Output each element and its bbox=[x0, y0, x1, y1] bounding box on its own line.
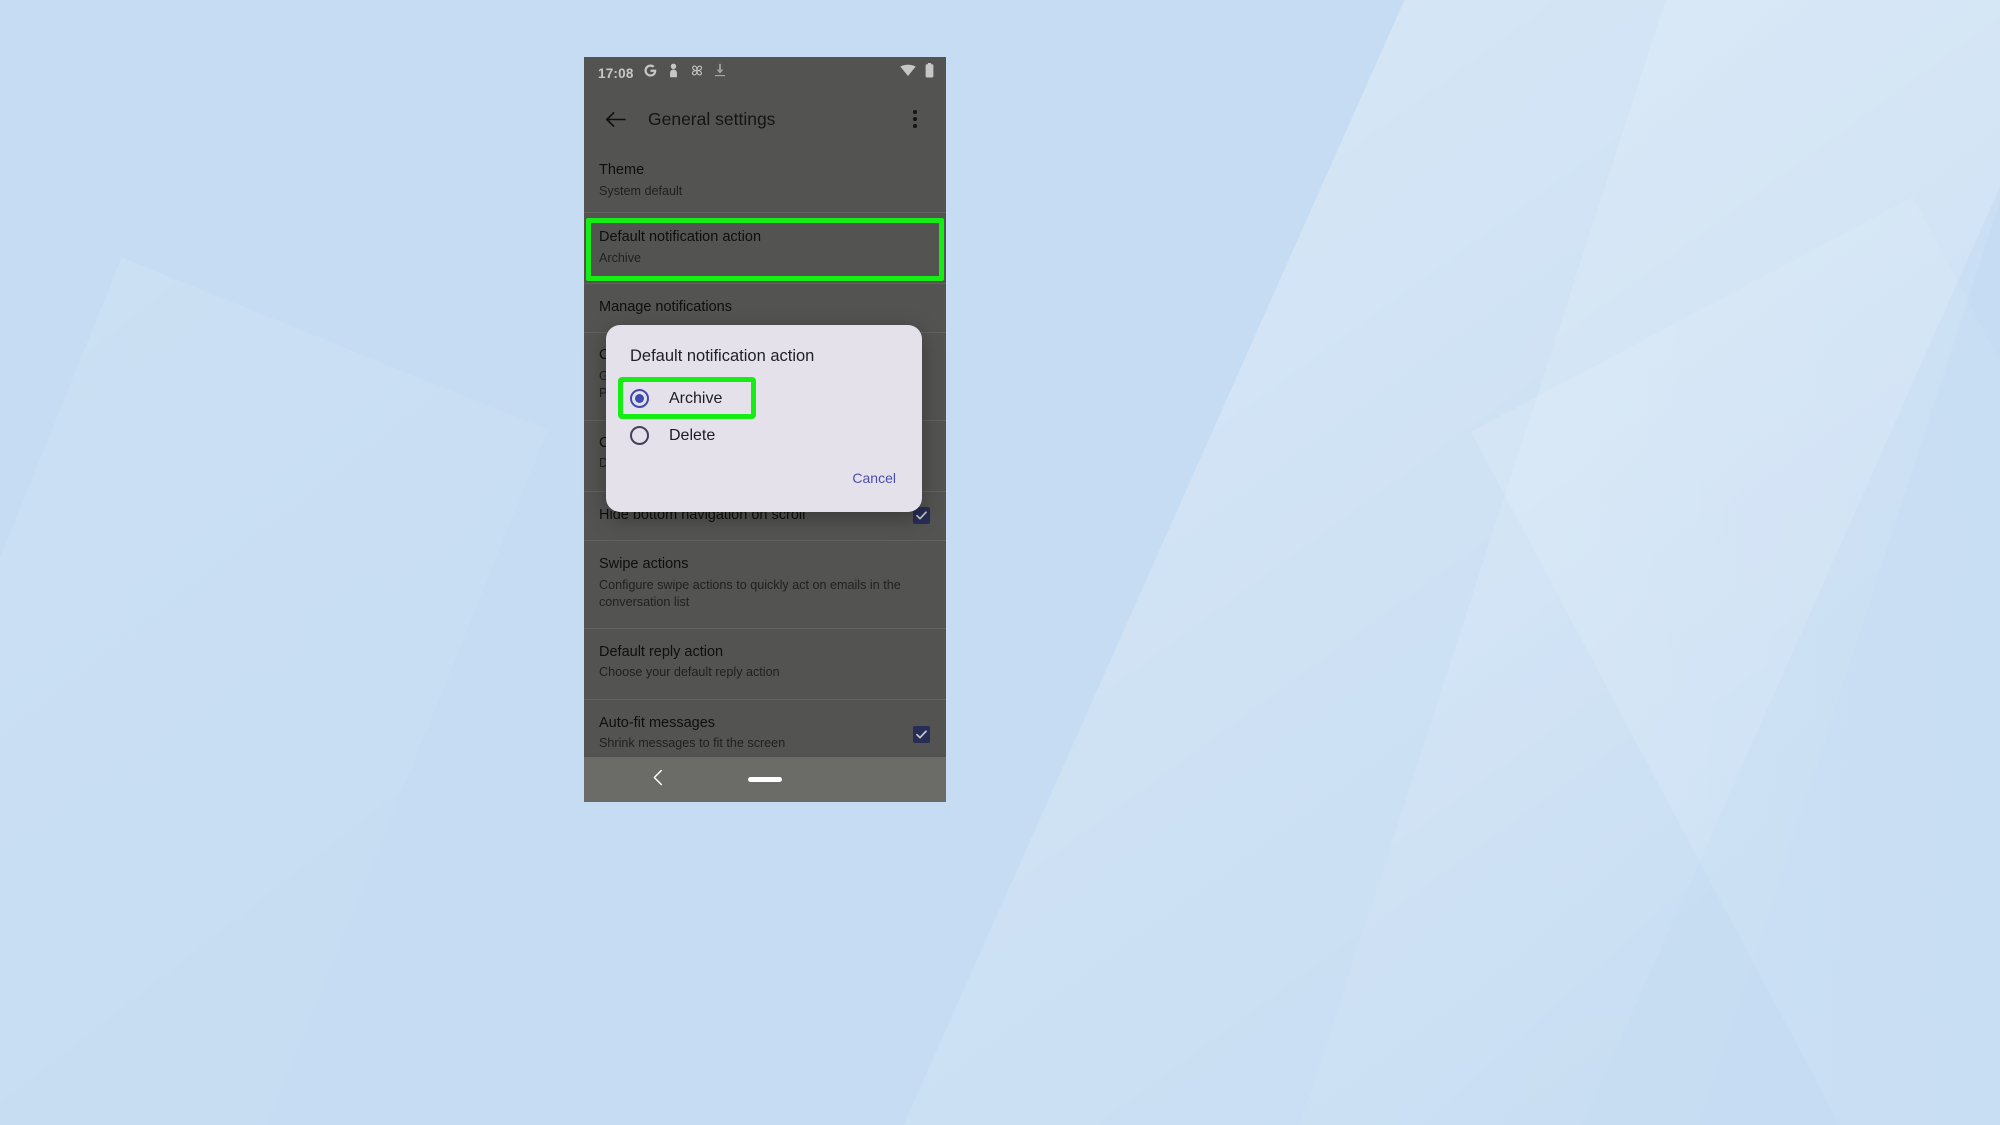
pinwheel-icon bbox=[689, 63, 705, 83]
row-title: Swipe actions bbox=[599, 556, 689, 573]
status-bar: 17:08 bbox=[584, 57, 946, 89]
back-arrow-icon[interactable] bbox=[598, 102, 632, 136]
dialog-title: Default notification action bbox=[630, 347, 815, 365]
row-subtitle: System default bbox=[599, 183, 683, 198]
settings-row-default-reply-action[interactable]: Default reply action Choose your default… bbox=[584, 627, 946, 699]
row-title: Auto-fit messages bbox=[599, 714, 716, 731]
contacts-person-icon bbox=[667, 63, 680, 83]
download-icon bbox=[714, 63, 726, 83]
row-subtitle: Shrink messages to fit the screen bbox=[599, 736, 786, 751]
row-title: Theme bbox=[599, 162, 645, 178]
home-gesture-pill[interactable] bbox=[748, 777, 782, 782]
overflow-dot bbox=[913, 117, 917, 121]
background-streak bbox=[1262, 0, 2000, 1125]
overflow-menu-icon[interactable] bbox=[900, 104, 930, 134]
overflow-dot bbox=[913, 124, 917, 128]
system-navigation-bar bbox=[584, 757, 946, 802]
row-title: Default notification action bbox=[599, 228, 762, 245]
row-subtitle: Choose your default reply action bbox=[599, 665, 780, 680]
settings-row-swipe-actions[interactable]: Swipe actions Configure swipe actions to… bbox=[584, 540, 946, 627]
settings-row-theme[interactable]: Theme System default bbox=[584, 149, 946, 212]
battery-icon bbox=[925, 63, 934, 83]
radio-option-label: Delete bbox=[669, 426, 716, 444]
radio-option-label: Archive bbox=[669, 389, 723, 407]
page-title: General settings bbox=[648, 108, 776, 129]
background-streak bbox=[0, 257, 549, 1125]
background-streak bbox=[1471, 197, 2000, 1125]
background-streak bbox=[901, 0, 2000, 1125]
radio-option-archive[interactable]: Archive bbox=[606, 380, 922, 417]
wifi-icon bbox=[900, 64, 916, 82]
google-g-icon bbox=[643, 63, 658, 83]
settings-row-default-notification-action[interactable]: Default notification action Archive bbox=[584, 211, 946, 283]
radio-option-delete[interactable]: Delete bbox=[606, 417, 922, 454]
status-bar-clock: 17:08 bbox=[598, 65, 634, 81]
row-subtitle: Archive bbox=[599, 250, 641, 265]
row-title: Manage notifications bbox=[599, 298, 732, 315]
cancel-button[interactable]: Cancel bbox=[848, 462, 900, 494]
row-subtitle: Configure swipe actions to quickly act o… bbox=[599, 577, 901, 610]
checkbox-auto-fit-messages[interactable] bbox=[913, 726, 930, 744]
nav-back-icon[interactable] bbox=[652, 769, 665, 791]
status-bar-notification-icons bbox=[643, 63, 726, 83]
default-notification-action-dialog: Default notification action Archive Dele… bbox=[606, 325, 922, 512]
overflow-dot bbox=[913, 110, 917, 114]
dialog-actions: Cancel bbox=[606, 454, 922, 504]
radio-archive-icon[interactable] bbox=[630, 389, 649, 408]
app-bar: General settings bbox=[584, 89, 946, 149]
status-bar-system-icons bbox=[900, 63, 934, 83]
row-title: Default reply action bbox=[599, 643, 724, 660]
radio-delete-icon[interactable] bbox=[630, 426, 649, 445]
